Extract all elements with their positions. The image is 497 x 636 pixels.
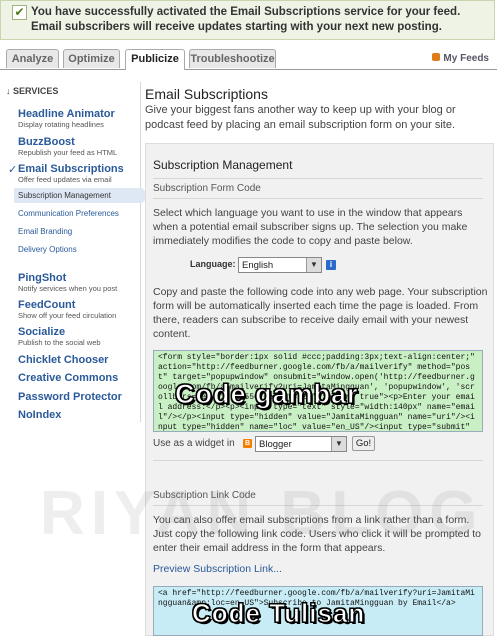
chevron-down-icon: ▼ <box>306 258 321 272</box>
tab-troubleshootize[interactable]: Troubleshootize <box>189 49 276 68</box>
chevron-down-icon: ▼ <box>331 437 346 451</box>
panel-title: Subscription Management <box>153 158 293 172</box>
services-sidebar: ↓ SERVICES Headline Animator Display rot… <box>4 82 150 422</box>
form-code-heading: Subscription Form Code <box>153 183 261 194</box>
sidebar-item-creative-commons[interactable]: Creative Commons <box>18 372 118 384</box>
page-title: Email Subscriptions <box>145 86 268 102</box>
go-button[interactable]: Go! <box>352 436 375 451</box>
success-notice: ✔ You have successfully activated the Em… <box>0 0 495 40</box>
sidebar-item-pingshot[interactable]: PingShot <box>18 272 66 284</box>
main-tabs: Analyze Optimize Publicize Troubleshooti… <box>0 49 497 70</box>
success-message: You have successfully activated the Emai… <box>31 6 461 33</box>
code-tulisan-overlay: Code Tulisan <box>191 598 366 629</box>
sidebar-sub-delivery-options[interactable]: Delivery Options <box>18 245 77 254</box>
sidebar-desc: Offer feed updates via email <box>18 175 112 184</box>
paste-instructions: Copy and paste the following code into a… <box>153 286 488 340</box>
code-gambar-overlay: Code gambar <box>175 379 359 410</box>
services-heading: ↓ SERVICES <box>6 86 59 96</box>
widget-platform-select[interactable]: Blogger ▼ <box>255 436 347 452</box>
sidebar-item-password-protector[interactable]: Password Protector <box>18 391 122 403</box>
sidebar-item-chicklet-chooser[interactable]: Chicklet Chooser <box>18 354 108 366</box>
tab-publicize[interactable]: Publicize <box>125 49 185 70</box>
sidebar-item-feedcount[interactable]: FeedCount <box>18 299 75 311</box>
sidebar-sub-communication-preferences[interactable]: Communication Preferences <box>18 209 119 218</box>
sidebar-sub-subscription-management[interactable]: Subscription Management <box>14 188 150 203</box>
divider <box>153 460 483 461</box>
sidebar-sub-email-branding[interactable]: Email Branding <box>18 227 72 236</box>
sidebar-desc: Show off your feed circulation <box>18 311 117 320</box>
watermark-text: RIYAN BLOG <box>40 479 484 548</box>
divider <box>153 198 483 199</box>
divider <box>153 178 483 179</box>
sidebar-desc: Display rotating headlines <box>18 120 104 129</box>
checkmark-icon: ✔ <box>12 5 27 20</box>
sidebar-desc: Publish to the social web <box>18 338 101 347</box>
sidebar-item-buzzboost[interactable]: BuzzBoost <box>18 136 75 148</box>
intro-text: Give your biggest fans another way to ke… <box>145 104 456 131</box>
check-icon: ✓ <box>8 164 18 176</box>
sidebar-desc: Republish your feed as HTML <box>18 148 118 157</box>
sidebar-item-headline-animator[interactable]: Headline Animator <box>18 108 115 120</box>
my-feeds-link[interactable]: My Feeds <box>432 53 489 64</box>
widget-label: Use as a widget in <box>153 438 235 449</box>
sidebar-item-noindex[interactable]: NoIndex <box>18 409 61 421</box>
language-instructions: Select which language you want to use in… <box>153 207 468 247</box>
tab-analyze[interactable]: Analyze <box>6 49 59 68</box>
sidebar-desc: Notify services when you post <box>18 284 118 293</box>
language-select[interactable]: English ▼ <box>238 257 322 273</box>
language-label: Language: <box>190 259 236 269</box>
feed-icon <box>432 53 441 61</box>
tab-optimize[interactable]: Optimize <box>63 49 120 68</box>
sidebar-item-email-subscriptions[interactable]: Email Subscriptions <box>18 163 124 175</box>
preview-subscription-link[interactable]: Preview Subscription Link... <box>153 563 282 575</box>
sidebar-item-socialize[interactable]: Socialize <box>18 326 65 338</box>
info-icon[interactable]: i <box>326 260 336 270</box>
blogger-icon: B <box>243 439 252 448</box>
